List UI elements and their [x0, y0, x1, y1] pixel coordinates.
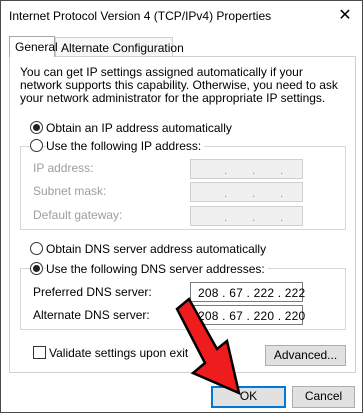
title-bar: Internet Protocol Version 4 (TCP/IPv4) P… [1, 1, 362, 30]
ip-manual-radio[interactable] [30, 139, 43, 152]
dns-auto-radio[interactable] [30, 242, 43, 255]
ip-manual-label[interactable]: Use the following IP address: [46, 139, 205, 153]
dns-auto-label[interactable]: Obtain DNS server address automatically [46, 242, 266, 256]
default-gateway-field[interactable]: ... [190, 206, 303, 226]
tab-general[interactable]: General [9, 36, 58, 57]
subnet-mask-label: Subnet mask: [33, 184, 107, 198]
close-icon[interactable]: ✕ [334, 6, 356, 26]
tab-alternate-configuration[interactable]: Alternate Configuration [55, 37, 184, 57]
ip-auto-label[interactable]: Obtain an IP address automatically [46, 121, 232, 135]
ip-auto-radio[interactable] [30, 121, 43, 134]
advanced-button[interactable]: Advanced... [265, 345, 346, 366]
subnet-mask-field[interactable]: ... [190, 182, 303, 202]
ip-address-field[interactable]: ... [190, 159, 303, 179]
validate-label[interactable]: Validate settings upon exit [49, 346, 188, 360]
ip-address-label: IP address: [33, 161, 94, 175]
properties-dialog: Internet Protocol Version 4 (TCP/IPv4) P… [0, 0, 363, 413]
dns-manual-radio[interactable] [30, 262, 43, 275]
description-text: You can get IP settings assigned automat… [20, 65, 338, 105]
cancel-button[interactable]: Cancel [292, 386, 355, 408]
alternate-dns-label: Alternate DNS server: [33, 308, 150, 322]
preferred-dns-field[interactable]: 208 . 67 . 222 . 222 [190, 282, 306, 302]
default-gateway-label: Default gateway: [33, 208, 123, 222]
preferred-dns-label: Preferred DNS server: [33, 285, 152, 299]
alternate-dns-value: 208 . 67 . 220 . 220 [198, 309, 306, 323]
validate-checkbox[interactable] [33, 346, 46, 359]
preferred-dns-value: 208 . 67 . 222 . 222 [198, 286, 306, 300]
alternate-dns-field[interactable]: 208 . 67 . 220 . 220 [190, 305, 306, 325]
ok-button[interactable]: OK [211, 386, 286, 408]
dns-manual-label[interactable]: Use the following DNS server addresses: [46, 262, 268, 276]
window-title: Internet Protocol Version 4 (TCP/IPv4) P… [9, 9, 272, 23]
